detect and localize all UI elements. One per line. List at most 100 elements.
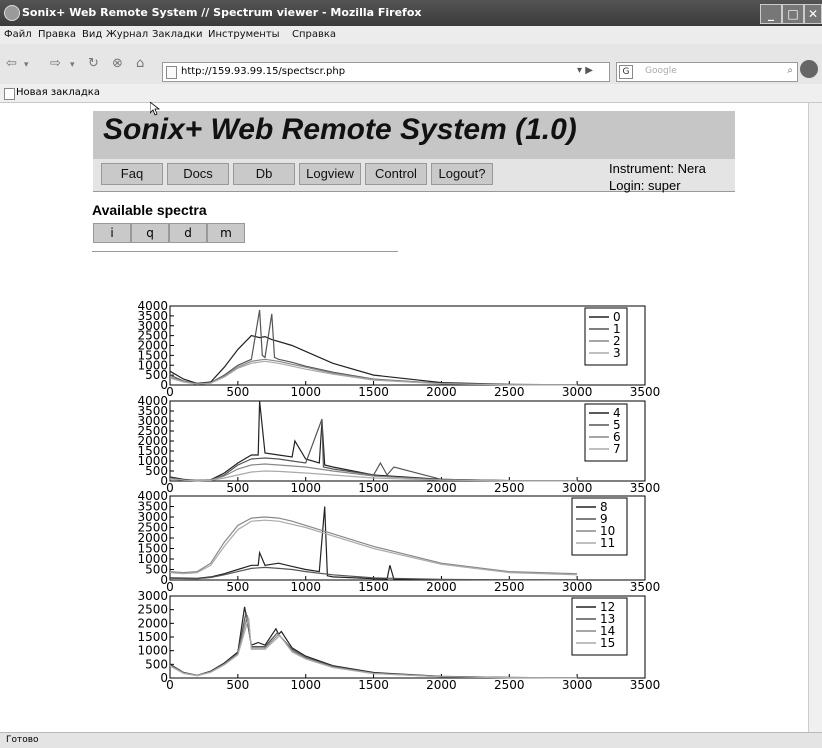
search-bar[interactable]: G Google ⌕ xyxy=(616,62,798,82)
status-text: Готово xyxy=(6,735,39,745)
faq-button[interactable]: Faq xyxy=(101,163,163,185)
status-bar: Готово xyxy=(0,732,822,748)
menu-help[interactable]: Справка xyxy=(292,29,336,40)
y-tick-label: 2500 xyxy=(137,603,168,617)
y-tick-label: 4000 xyxy=(137,299,168,313)
x-tick-label: 1500 xyxy=(358,678,389,692)
docs-button[interactable]: Docs xyxy=(167,163,229,185)
y-tick-label: 4000 xyxy=(137,489,168,503)
page-icon xyxy=(166,66,177,79)
y-tick-label: 1500 xyxy=(137,630,168,644)
x-tick-label: 1000 xyxy=(290,385,321,399)
chart-panel-3: 0500100015002000250030000 500 1000 1500 2000… xyxy=(137,589,660,692)
instrument-info: Instrument: Nera Login: super xyxy=(609,160,706,194)
x-tick-label: 3500 xyxy=(630,385,661,399)
plot-frame xyxy=(169,400,646,482)
x-tick-label: 1000 xyxy=(290,580,321,594)
x-tick-label: 1500 xyxy=(358,481,389,495)
x-tick-label: 3500 xyxy=(630,678,661,692)
legend-label: 11 xyxy=(600,536,615,550)
x-tick-label: 2000 xyxy=(426,580,457,594)
x-tick-label: 2000 xyxy=(426,385,457,399)
window-titlebar: Sonix+ Web Remote System // Spectrum vie… xyxy=(0,0,822,26)
y-tick-label: 3000 xyxy=(137,589,168,603)
spectra-i-button[interactable]: i xyxy=(93,223,131,243)
x-tick-label: 3500 xyxy=(630,580,661,594)
spectra-d-button[interactable]: d xyxy=(169,223,207,243)
legend-label: 15 xyxy=(600,636,615,650)
firefox-icon xyxy=(4,5,20,21)
x-tick-label: 2000 xyxy=(426,481,457,495)
go-icon[interactable]: ▾ ▶ xyxy=(577,65,593,76)
x-tick-label: 2500 xyxy=(494,580,525,594)
address-bar[interactable]: http://159.93.99.15/spectscr.php ▾ ▶ xyxy=(162,62,610,82)
forward-dropdown-icon[interactable]: ▾ xyxy=(70,60,75,70)
site-title: Sonix+ Web Remote System (1.0) xyxy=(103,113,577,146)
x-tick-label: 1000 xyxy=(290,678,321,692)
x-tick-label: 1000 xyxy=(290,481,321,495)
spectra-q-button[interactable]: q xyxy=(131,223,169,243)
spectra-charts: 050010001500200025003000350040000 500 1000… xyxy=(137,299,660,692)
x-tick-label: 1500 xyxy=(358,385,389,399)
minimize-icon[interactable]: _ xyxy=(760,4,782,24)
menu-edit[interactable]: Правка xyxy=(38,29,76,40)
logview-button[interactable]: Logview xyxy=(299,163,361,185)
url-text: http://159.93.99.15/spectscr.php xyxy=(181,66,346,77)
x-tick-label: 3000 xyxy=(562,385,593,399)
control-button[interactable]: Control xyxy=(365,163,427,185)
page-scrollbar[interactable] xyxy=(808,103,822,732)
mouse-cursor-icon xyxy=(150,102,160,116)
x-tick-label: 1500 xyxy=(358,580,389,594)
reload-icon[interactable]: ↻ xyxy=(88,56,99,71)
x-tick-label: 500 xyxy=(226,481,249,495)
x-tick-label: 2500 xyxy=(494,678,525,692)
x-tick-label: 3000 xyxy=(562,678,593,692)
x-tick-label: 500 xyxy=(226,580,249,594)
menu-bookmarks[interactable]: Закладки xyxy=(152,29,203,40)
legend-label: 3 xyxy=(613,346,621,360)
adblock-icon[interactable] xyxy=(800,60,818,78)
back-dropdown-icon[interactable]: ▾ xyxy=(24,60,29,70)
y-tick-label: 500 xyxy=(145,657,168,671)
menu-view[interactable]: Вид xyxy=(82,29,102,40)
x-tick-label: 3500 xyxy=(630,481,661,495)
spectra-m-button[interactable]: m xyxy=(207,223,245,243)
x-tick-label: 2500 xyxy=(494,385,525,399)
x-tick-label: 0 xyxy=(166,678,174,692)
bookmark-item[interactable]: Новая закладка xyxy=(16,87,100,98)
y-tick-label: 1000 xyxy=(137,644,168,658)
maximize-icon[interactable]: □ xyxy=(782,4,804,24)
y-tick-label: 4000 xyxy=(137,394,168,408)
search-icon[interactable]: ⌕ xyxy=(787,65,793,76)
bookmarks-bar: Новая закладка xyxy=(0,84,822,103)
x-tick-label: 2000 xyxy=(426,678,457,692)
window-title: Sonix+ Web Remote System // Spectrum vie… xyxy=(22,6,422,19)
x-tick-label: 3000 xyxy=(562,481,593,495)
forward-icon[interactable]: ⇨ xyxy=(50,56,61,71)
instrument-label: Instrument: Nera xyxy=(609,161,706,176)
legend-label: 7 xyxy=(613,442,621,456)
stop-icon[interactable]: ⊗ xyxy=(112,56,123,71)
back-icon[interactable]: ⇦ xyxy=(6,56,17,71)
chart-panel-2: 050010001500200025003000350040000 500 1000… xyxy=(137,489,660,594)
search-engine-icon[interactable]: G xyxy=(619,65,633,79)
menu-history[interactable]: Журнал xyxy=(106,29,148,40)
close-icon[interactable]: ✕ xyxy=(804,4,822,24)
x-tick-label: 2500 xyxy=(494,481,525,495)
search-placeholder: Google xyxy=(645,66,677,76)
home-icon[interactable]: ⌂ xyxy=(136,56,144,71)
chart-panel-0: 050010001500200025003000350040000 500 1000… xyxy=(137,299,660,399)
menu-bar: Файл Правка Вид Журнал Закладки Инструме… xyxy=(0,26,822,44)
menu-file[interactable]: Файл xyxy=(4,29,32,40)
available-spectra-title: Available spectra xyxy=(92,202,207,218)
x-tick-label: 500 xyxy=(226,678,249,692)
bookmark-page-icon xyxy=(4,88,15,100)
y-tick-label: 2000 xyxy=(137,616,168,630)
menu-tools[interactable]: Инструменты xyxy=(208,29,280,40)
x-tick-label: 3000 xyxy=(562,580,593,594)
chart-panel-1: 050010001500200025003000350040000 500 1000… xyxy=(137,394,660,495)
login-label: Login: super xyxy=(609,178,681,193)
available-spectra-divider xyxy=(92,251,398,252)
logout-button[interactable]: Logout? xyxy=(431,163,493,185)
db-button[interactable]: Db xyxy=(233,163,295,185)
